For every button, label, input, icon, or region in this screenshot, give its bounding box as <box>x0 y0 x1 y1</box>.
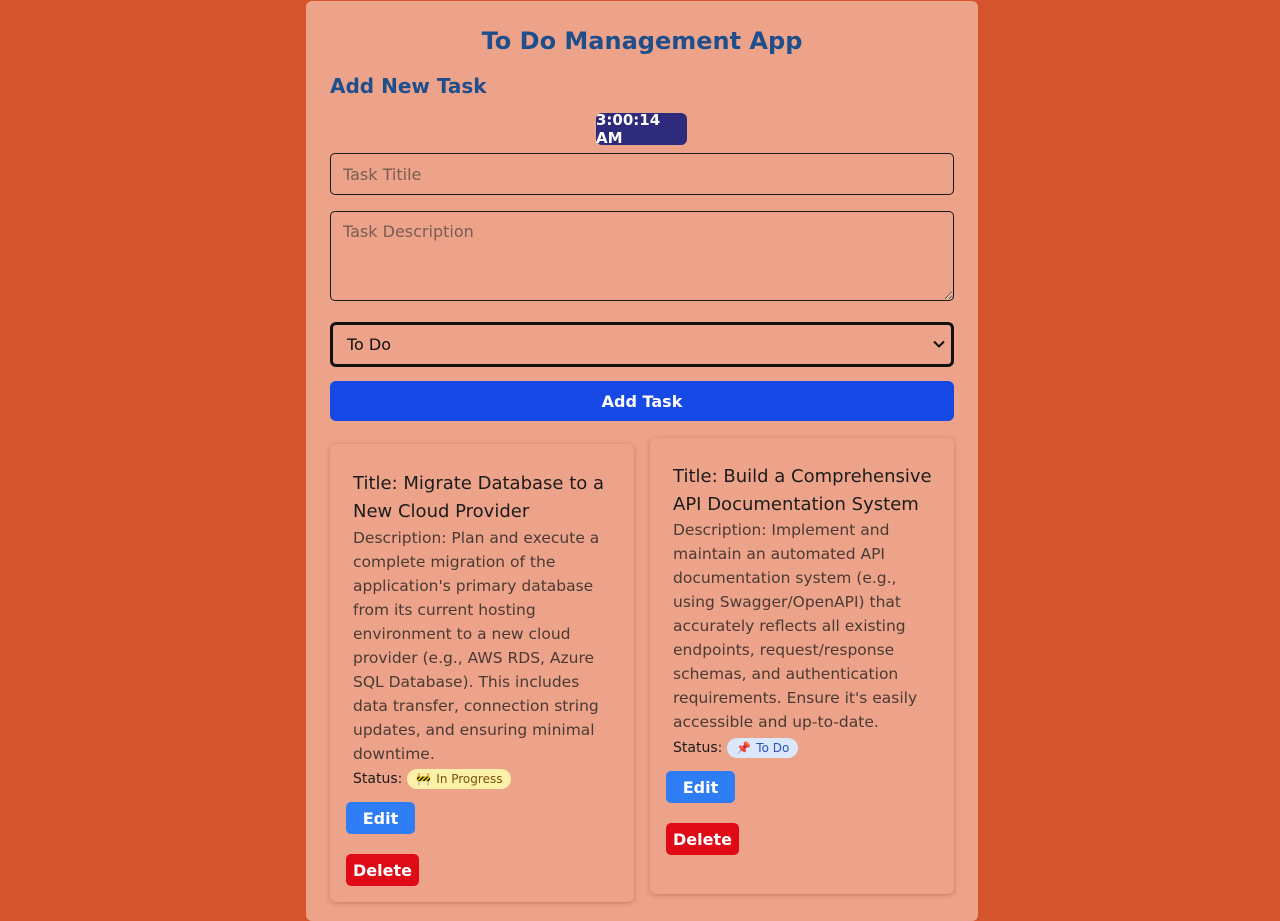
pin-icon: 📌 <box>736 741 752 755</box>
task-card: Title: Build a Comprehensive API Documen… <box>650 438 954 894</box>
add-task-button[interactable]: Add Task <box>330 381 954 421</box>
status-label: Status: <box>353 771 403 787</box>
clock-display: 3:00:14 AM <box>596 111 687 147</box>
task-status-row: Status: 📌 To Do <box>673 738 799 758</box>
status-badge: 🚧 In Progress <box>407 769 512 789</box>
status-select-value: To Do <box>347 335 392 354</box>
add-task-heading: Add New Task <box>330 74 487 98</box>
status-select[interactable]: To Do <box>330 322 954 367</box>
task-description: Description: Plan and execute a complete… <box>353 529 600 763</box>
status-badge-text: In Progress <box>436 772 503 786</box>
edit-button[interactable]: Edit <box>666 771 735 803</box>
app-title: To Do Management App <box>481 27 803 55</box>
task-title-input[interactable] <box>330 153 954 195</box>
delete-button[interactable]: Delete <box>346 854 419 886</box>
status-badge-text: To Do <box>756 741 790 755</box>
task-card: Title: Migrate Database to a New Cloud P… <box>330 444 634 902</box>
task-status-row: Status: 🚧 In Progress <box>353 769 512 789</box>
task-title: Title: Migrate Database to a New Cloud P… <box>353 473 605 522</box>
chevron-down-icon <box>933 337 945 352</box>
task-description: Description: Implement and maintain an a… <box>673 521 918 731</box>
status-badge: 📌 To Do <box>727 738 799 758</box>
edit-button[interactable]: Edit <box>346 802 415 834</box>
task-description-input[interactable] <box>330 211 954 301</box>
task-title: Title: Build a Comprehensive API Documen… <box>673 466 932 515</box>
app-container: To Do Management App Add New Task 3:00:1… <box>306 1 978 921</box>
status-label: Status: <box>673 740 723 756</box>
construction-icon: 🚧 <box>416 772 432 786</box>
delete-button[interactable]: Delete <box>666 823 739 855</box>
